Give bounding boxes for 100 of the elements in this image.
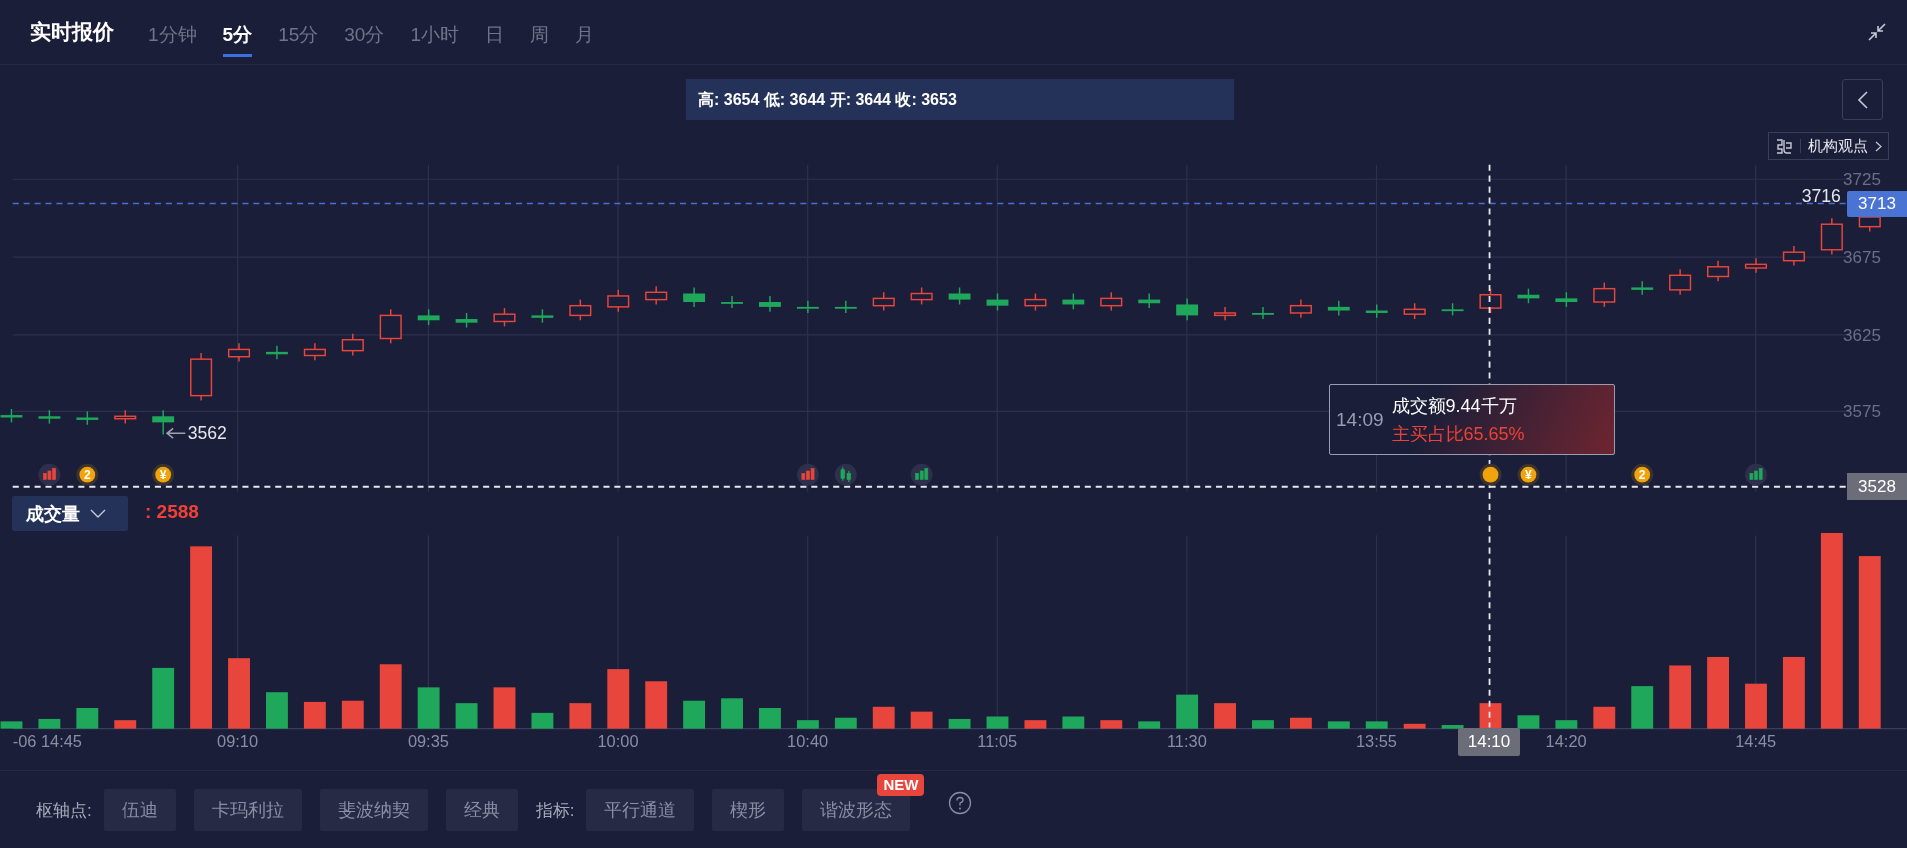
candlestick [1479, 287, 1502, 314]
bar-chart-icon[interactable] [38, 463, 61, 486]
volume-bar [607, 669, 630, 729]
candlestick [1782, 245, 1805, 267]
volume-bar [1403, 723, 1426, 729]
volume-bar [114, 720, 137, 729]
tag-label: 机构观点 [1808, 136, 1868, 156]
back-button[interactable] [1842, 79, 1883, 120]
indicator-button[interactable]: 楔形 [712, 789, 785, 831]
volume-bar [1593, 706, 1616, 729]
volume-bar [683, 700, 706, 729]
page-title: 实时报价 [30, 19, 114, 45]
candlestick [1252, 306, 1274, 320]
period-tab[interactable]: 30分 [344, 15, 385, 57]
period-tab[interactable]: 月 [575, 15, 594, 57]
toolbar-label: 枢轴点: [36, 799, 92, 822]
candlestick [683, 286, 706, 308]
coin-icon[interactable]: ¥ [152, 463, 175, 486]
candlestick [531, 308, 554, 324]
volume-bar [721, 698, 743, 729]
price-badge: 3713 [1847, 191, 1907, 217]
indicator-button[interactable]: 平行通道 [586, 789, 695, 831]
period-tab[interactable]: 1小时 [410, 15, 459, 57]
period-tab[interactable]: 5分 [222, 15, 253, 57]
volume-bar [986, 716, 1009, 729]
candlestick [1365, 303, 1388, 319]
volume-bar [1365, 721, 1388, 729]
pivot-button[interactable]: 伍迪 [103, 789, 176, 831]
candlestick [379, 308, 402, 345]
volume-bar [1062, 716, 1085, 729]
indicator-button[interactable]: 谐波形态 [802, 789, 911, 831]
coin-icon[interactable]: 2 [76, 463, 99, 486]
volume-bar [266, 692, 288, 729]
chevron-left-icon [1856, 89, 1869, 110]
candlestick [1441, 302, 1464, 317]
collapse-icon[interactable] [1867, 22, 1887, 42]
candlestick [1820, 217, 1843, 256]
bar-chart-icon[interactable] [1745, 463, 1767, 486]
volume-bar [759, 708, 781, 729]
candlestick [1289, 298, 1312, 319]
candlestick [1176, 297, 1199, 321]
chevron-down-icon [90, 508, 106, 519]
candlestick [1631, 280, 1654, 296]
candlestick [266, 345, 288, 360]
volume-bar [910, 711, 933, 729]
candlestick [227, 342, 251, 363]
coin-icon[interactable]: ¥ [1517, 463, 1540, 486]
candlestick [1403, 302, 1426, 320]
candlestick-icon[interactable] [834, 463, 857, 486]
volume-bar [1289, 717, 1312, 729]
volume-bar [1745, 683, 1767, 729]
bar-chart-icon[interactable] [910, 463, 933, 486]
candlestick [190, 352, 213, 402]
axis-label: 09:10 [217, 731, 259, 750]
axis-label: 3575 [1843, 402, 1881, 422]
period-tab[interactable]: 日 [485, 15, 504, 57]
opinion-tag[interactable]: 机构观点 [1768, 132, 1889, 160]
volume-bar [1100, 720, 1123, 729]
volume-bar [1327, 721, 1350, 729]
candlestick [986, 292, 1009, 312]
new-badge: NEW [877, 774, 925, 796]
candlestick [1138, 292, 1161, 309]
coin-icon[interactable] [1479, 463, 1502, 486]
period-tab[interactable]: 周 [530, 15, 549, 57]
candlestick [1593, 281, 1616, 308]
volume-bar [38, 718, 61, 729]
ohlc-summary: 高: 3654 低: 3644 开: 3644 收: 3653 [686, 79, 1234, 120]
bar-chart-icon[interactable] [796, 463, 819, 486]
candlestick [1327, 300, 1350, 317]
axis-label: 10:00 [597, 731, 639, 750]
candlestick [1024, 292, 1047, 312]
axis-label: 10:40 [787, 731, 829, 750]
axis-label: 09:35 [407, 731, 449, 750]
axis-label: 13:55 [1356, 731, 1397, 750]
volume-bar [493, 687, 516, 729]
candlestick [303, 342, 326, 362]
candlestick [1707, 259, 1730, 283]
tooltip-time: 14:09 [1336, 408, 1384, 431]
volume-bar [417, 687, 440, 729]
volume-bar [0, 721, 23, 729]
indicator-dropdown[interactable]: 成交量 [12, 496, 128, 531]
axis-label: 14:20 [1545, 731, 1587, 750]
pivot-button[interactable]: 卡玛利拉 [193, 789, 302, 831]
toolbar-label: 指标: [535, 799, 575, 822]
candlestick [76, 410, 99, 426]
axis-label: 3725 [1843, 170, 1881, 190]
volume-bar [1517, 715, 1540, 729]
candlestick [796, 300, 819, 314]
coin-icon[interactable]: 2 [1631, 463, 1654, 486]
help-icon[interactable] [948, 791, 973, 815]
pivot-button[interactable]: 斐波纳契 [319, 789, 428, 831]
volume-bar [303, 701, 326, 729]
volume-bar [1669, 665, 1692, 729]
period-tab[interactable]: 15分 [278, 15, 319, 57]
volume-bar [1555, 720, 1578, 729]
candlestick [341, 332, 364, 357]
candlestick [910, 286, 933, 306]
candlestick [1100, 291, 1123, 312]
period-tab[interactable]: 1分钟 [148, 15, 197, 57]
pivot-button[interactable]: 经典 [445, 789, 518, 831]
